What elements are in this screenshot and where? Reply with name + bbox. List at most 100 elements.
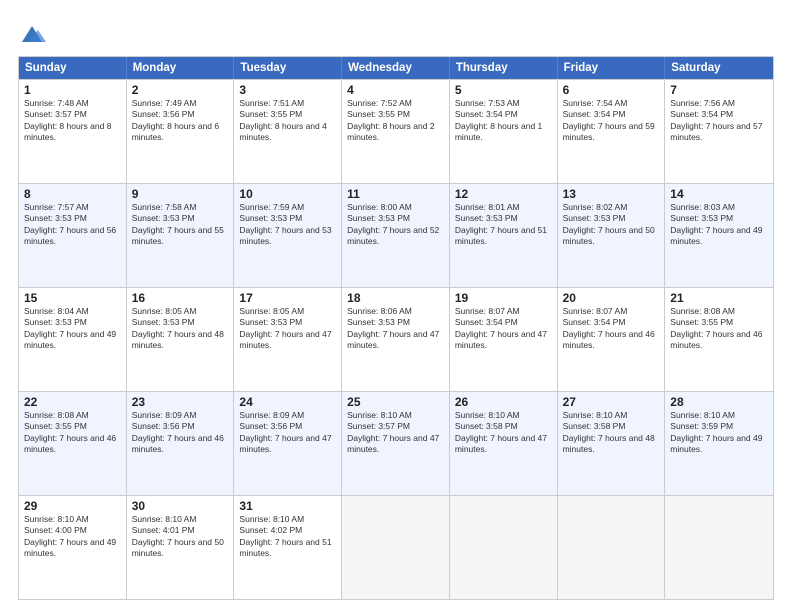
cell-info: Sunrise: 7:51 AM Sunset: 3:55 PM Dayligh… xyxy=(239,98,326,142)
cell-info: Sunrise: 7:49 AM Sunset: 3:56 PM Dayligh… xyxy=(132,98,219,142)
cal-week-2: 8Sunrise: 7:57 AM Sunset: 3:53 PM Daylig… xyxy=(19,183,773,287)
cal-cell-empty xyxy=(450,496,558,599)
cell-info: Sunrise: 7:56 AM Sunset: 3:54 PM Dayligh… xyxy=(670,98,762,142)
cal-cell-day-20: 20Sunrise: 8:07 AM Sunset: 3:54 PM Dayli… xyxy=(558,288,666,391)
cell-info: Sunrise: 8:10 AM Sunset: 4:01 PM Dayligh… xyxy=(132,514,224,558)
day-number: 4 xyxy=(347,83,444,97)
cell-info: Sunrise: 8:09 AM Sunset: 3:56 PM Dayligh… xyxy=(132,410,224,454)
cell-info: Sunrise: 7:57 AM Sunset: 3:53 PM Dayligh… xyxy=(24,202,116,246)
cal-header-tuesday: Tuesday xyxy=(234,57,342,79)
calendar: SundayMondayTuesdayWednesdayThursdayFrid… xyxy=(18,56,774,600)
cal-cell-day-7: 7Sunrise: 7:56 AM Sunset: 3:54 PM Daylig… xyxy=(665,80,773,183)
cell-info: Sunrise: 8:07 AM Sunset: 3:54 PM Dayligh… xyxy=(563,306,655,350)
cal-cell-day-31: 31Sunrise: 8:10 AM Sunset: 4:02 PM Dayli… xyxy=(234,496,342,599)
cal-cell-day-12: 12Sunrise: 8:01 AM Sunset: 3:53 PM Dayli… xyxy=(450,184,558,287)
cal-cell-day-11: 11Sunrise: 8:00 AM Sunset: 3:53 PM Dayli… xyxy=(342,184,450,287)
cal-cell-day-15: 15Sunrise: 8:04 AM Sunset: 3:53 PM Dayli… xyxy=(19,288,127,391)
day-number: 8 xyxy=(24,187,121,201)
cal-cell-day-8: 8Sunrise: 7:57 AM Sunset: 3:53 PM Daylig… xyxy=(19,184,127,287)
day-number: 20 xyxy=(563,291,660,305)
cal-cell-day-10: 10Sunrise: 7:59 AM Sunset: 3:53 PM Dayli… xyxy=(234,184,342,287)
day-number: 21 xyxy=(670,291,768,305)
cal-week-3: 15Sunrise: 8:04 AM Sunset: 3:53 PM Dayli… xyxy=(19,287,773,391)
cell-info: Sunrise: 7:54 AM Sunset: 3:54 PM Dayligh… xyxy=(563,98,655,142)
day-number: 11 xyxy=(347,187,444,201)
header xyxy=(18,16,774,48)
cell-info: Sunrise: 8:10 AM Sunset: 3:58 PM Dayligh… xyxy=(563,410,655,454)
day-number: 26 xyxy=(455,395,552,409)
cell-info: Sunrise: 8:05 AM Sunset: 3:53 PM Dayligh… xyxy=(132,306,224,350)
cal-header-thursday: Thursday xyxy=(450,57,558,79)
day-number: 17 xyxy=(239,291,336,305)
day-number: 30 xyxy=(132,499,229,513)
day-number: 14 xyxy=(670,187,768,201)
cal-cell-empty xyxy=(558,496,666,599)
day-number: 15 xyxy=(24,291,121,305)
cal-cell-day-13: 13Sunrise: 8:02 AM Sunset: 3:53 PM Dayli… xyxy=(558,184,666,287)
cell-info: Sunrise: 8:09 AM Sunset: 3:56 PM Dayligh… xyxy=(239,410,331,454)
day-number: 3 xyxy=(239,83,336,97)
cal-cell-day-26: 26Sunrise: 8:10 AM Sunset: 3:58 PM Dayli… xyxy=(450,392,558,495)
cell-info: Sunrise: 8:01 AM Sunset: 3:53 PM Dayligh… xyxy=(455,202,547,246)
cal-cell-day-5: 5Sunrise: 7:53 AM Sunset: 3:54 PM Daylig… xyxy=(450,80,558,183)
cal-cell-day-17: 17Sunrise: 8:05 AM Sunset: 3:53 PM Dayli… xyxy=(234,288,342,391)
logo-icon xyxy=(18,20,46,48)
cal-week-5: 29Sunrise: 8:10 AM Sunset: 4:00 PM Dayli… xyxy=(19,495,773,599)
cal-cell-day-4: 4Sunrise: 7:52 AM Sunset: 3:55 PM Daylig… xyxy=(342,80,450,183)
cell-info: Sunrise: 8:03 AM Sunset: 3:53 PM Dayligh… xyxy=(670,202,762,246)
cal-week-4: 22Sunrise: 8:08 AM Sunset: 3:55 PM Dayli… xyxy=(19,391,773,495)
cal-week-1: 1Sunrise: 7:48 AM Sunset: 3:57 PM Daylig… xyxy=(19,79,773,183)
cal-cell-empty xyxy=(665,496,773,599)
day-number: 23 xyxy=(132,395,229,409)
day-number: 6 xyxy=(563,83,660,97)
cell-info: Sunrise: 7:53 AM Sunset: 3:54 PM Dayligh… xyxy=(455,98,542,142)
cell-info: Sunrise: 7:52 AM Sunset: 3:55 PM Dayligh… xyxy=(347,98,434,142)
cell-info: Sunrise: 7:59 AM Sunset: 3:53 PM Dayligh… xyxy=(239,202,331,246)
calendar-header: SundayMondayTuesdayWednesdayThursdayFrid… xyxy=(19,57,773,79)
cal-header-monday: Monday xyxy=(127,57,235,79)
cal-cell-day-28: 28Sunrise: 8:10 AM Sunset: 3:59 PM Dayli… xyxy=(665,392,773,495)
day-number: 13 xyxy=(563,187,660,201)
day-number: 22 xyxy=(24,395,121,409)
cal-header-sunday: Sunday xyxy=(19,57,127,79)
cell-info: Sunrise: 8:10 AM Sunset: 3:57 PM Dayligh… xyxy=(347,410,439,454)
day-number: 10 xyxy=(239,187,336,201)
cell-info: Sunrise: 8:08 AM Sunset: 3:55 PM Dayligh… xyxy=(24,410,116,454)
cal-cell-day-1: 1Sunrise: 7:48 AM Sunset: 3:57 PM Daylig… xyxy=(19,80,127,183)
day-number: 16 xyxy=(132,291,229,305)
cal-cell-day-27: 27Sunrise: 8:10 AM Sunset: 3:58 PM Dayli… xyxy=(558,392,666,495)
day-number: 31 xyxy=(239,499,336,513)
cal-cell-day-21: 21Sunrise: 8:08 AM Sunset: 3:55 PM Dayli… xyxy=(665,288,773,391)
cal-cell-day-22: 22Sunrise: 8:08 AM Sunset: 3:55 PM Dayli… xyxy=(19,392,127,495)
cal-cell-day-2: 2Sunrise: 7:49 AM Sunset: 3:56 PM Daylig… xyxy=(127,80,235,183)
day-number: 19 xyxy=(455,291,552,305)
page: SundayMondayTuesdayWednesdayThursdayFrid… xyxy=(0,0,792,612)
cell-info: Sunrise: 8:06 AM Sunset: 3:53 PM Dayligh… xyxy=(347,306,439,350)
cell-info: Sunrise: 8:10 AM Sunset: 3:58 PM Dayligh… xyxy=(455,410,547,454)
cell-info: Sunrise: 7:58 AM Sunset: 3:53 PM Dayligh… xyxy=(132,202,224,246)
day-number: 24 xyxy=(239,395,336,409)
cal-cell-day-19: 19Sunrise: 8:07 AM Sunset: 3:54 PM Dayli… xyxy=(450,288,558,391)
cell-info: Sunrise: 8:02 AM Sunset: 3:53 PM Dayligh… xyxy=(563,202,655,246)
cal-cell-day-24: 24Sunrise: 8:09 AM Sunset: 3:56 PM Dayli… xyxy=(234,392,342,495)
logo xyxy=(18,20,50,48)
cal-header-friday: Friday xyxy=(558,57,666,79)
cal-cell-day-16: 16Sunrise: 8:05 AM Sunset: 3:53 PM Dayli… xyxy=(127,288,235,391)
day-number: 12 xyxy=(455,187,552,201)
cell-info: Sunrise: 8:08 AM Sunset: 3:55 PM Dayligh… xyxy=(670,306,762,350)
cell-info: Sunrise: 8:04 AM Sunset: 3:53 PM Dayligh… xyxy=(24,306,116,350)
day-number: 2 xyxy=(132,83,229,97)
cal-cell-day-25: 25Sunrise: 8:10 AM Sunset: 3:57 PM Dayli… xyxy=(342,392,450,495)
day-number: 18 xyxy=(347,291,444,305)
calendar-body: 1Sunrise: 7:48 AM Sunset: 3:57 PM Daylig… xyxy=(19,79,773,599)
cal-header-saturday: Saturday xyxy=(665,57,773,79)
cell-info: Sunrise: 8:10 AM Sunset: 4:02 PM Dayligh… xyxy=(239,514,331,558)
cal-cell-day-3: 3Sunrise: 7:51 AM Sunset: 3:55 PM Daylig… xyxy=(234,80,342,183)
day-number: 29 xyxy=(24,499,121,513)
cal-cell-day-6: 6Sunrise: 7:54 AM Sunset: 3:54 PM Daylig… xyxy=(558,80,666,183)
day-number: 1 xyxy=(24,83,121,97)
cell-info: Sunrise: 8:00 AM Sunset: 3:53 PM Dayligh… xyxy=(347,202,439,246)
cal-cell-day-18: 18Sunrise: 8:06 AM Sunset: 3:53 PM Dayli… xyxy=(342,288,450,391)
cal-cell-day-30: 30Sunrise: 8:10 AM Sunset: 4:01 PM Dayli… xyxy=(127,496,235,599)
day-number: 27 xyxy=(563,395,660,409)
